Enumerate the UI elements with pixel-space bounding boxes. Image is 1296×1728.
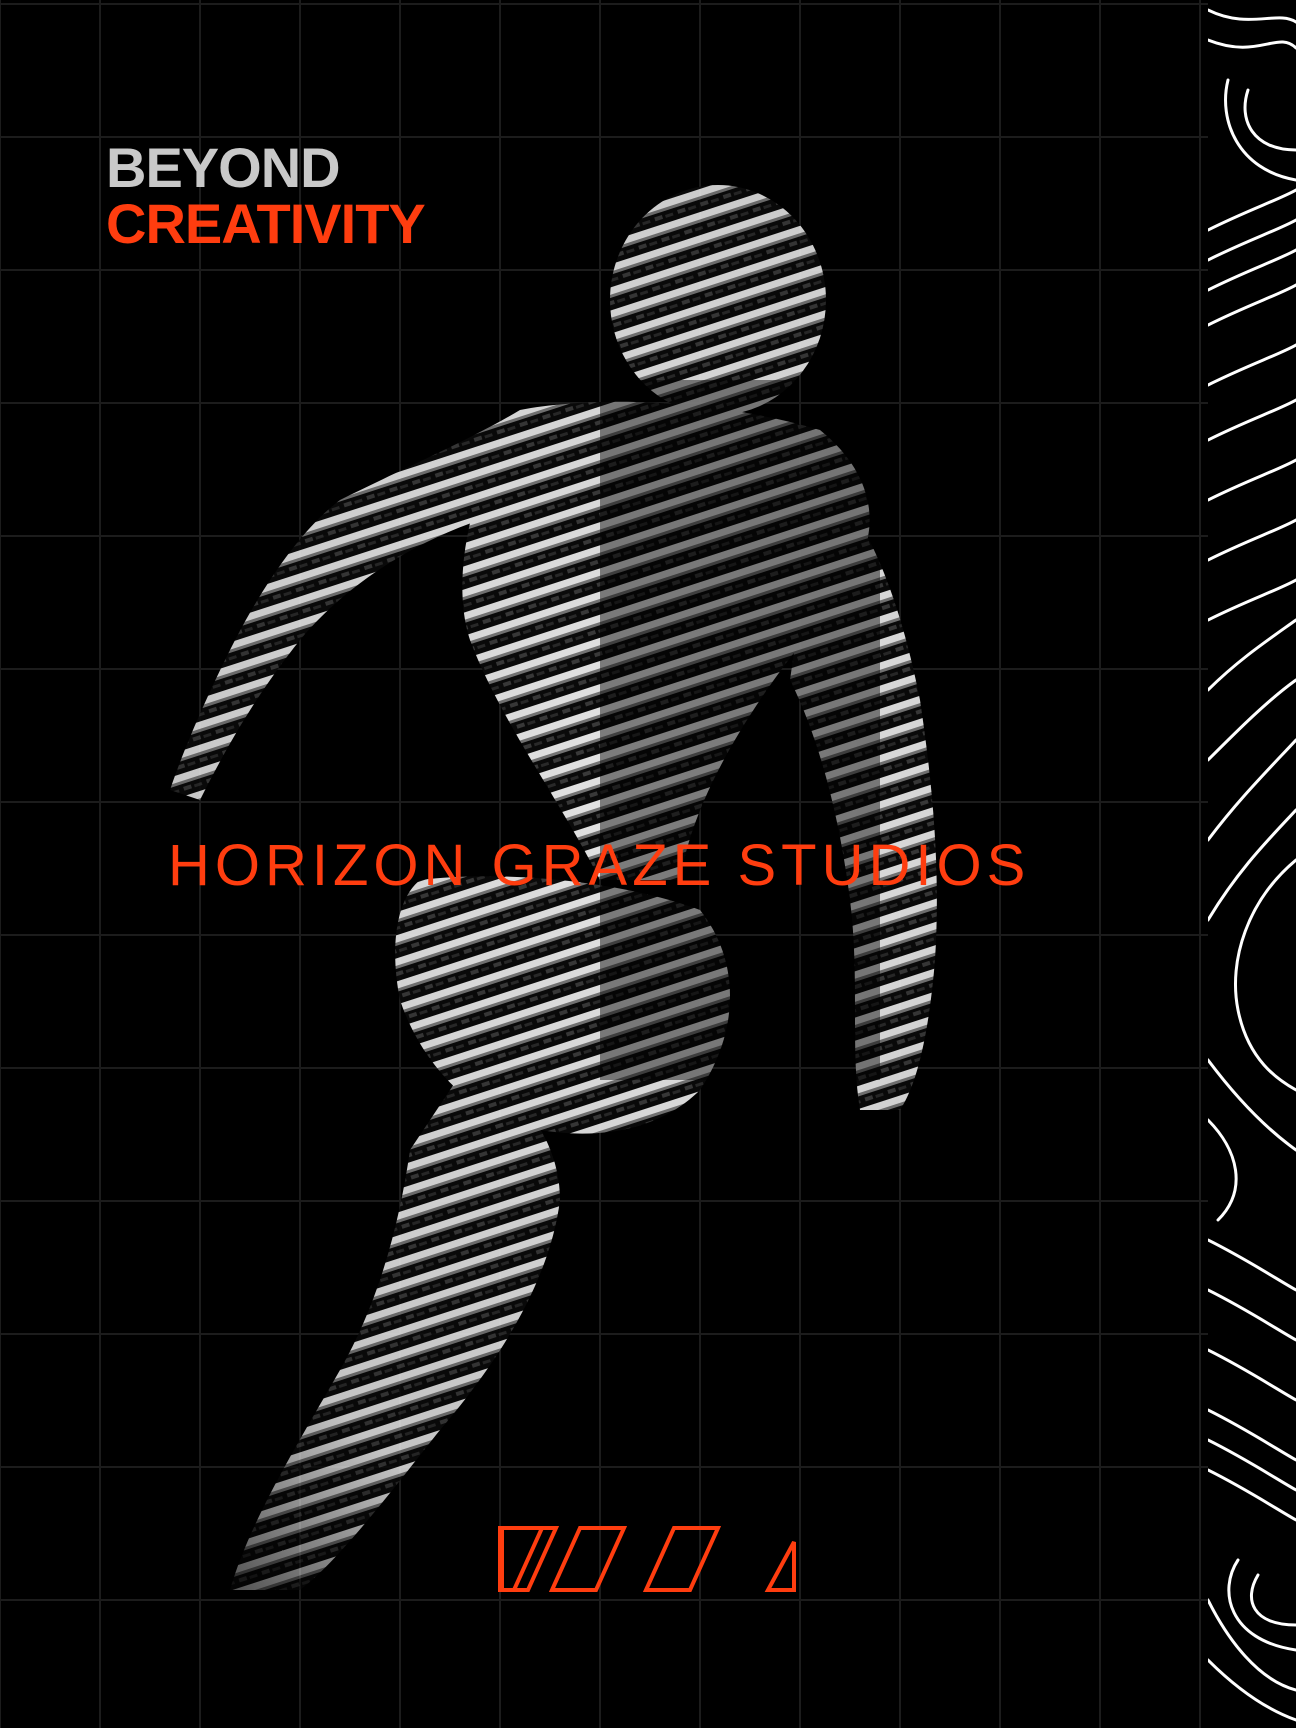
- headline-line-beyond: BEYOND: [106, 136, 341, 199]
- headline-line-creativity: CREATIVITY: [106, 192, 426, 255]
- parallelogram-stripes-logo: [498, 1526, 796, 1592]
- topographic-contour-pattern: [1208, 0, 1296, 1728]
- headline: BEYOND CREATIVITY: [106, 136, 426, 255]
- studio-name-text: HORIZON GRAZE STUDIOS: [168, 833, 1031, 898]
- poster: BEYOND CREATIVITY HORIZON GRAZE STUDIOS: [0, 0, 1296, 1728]
